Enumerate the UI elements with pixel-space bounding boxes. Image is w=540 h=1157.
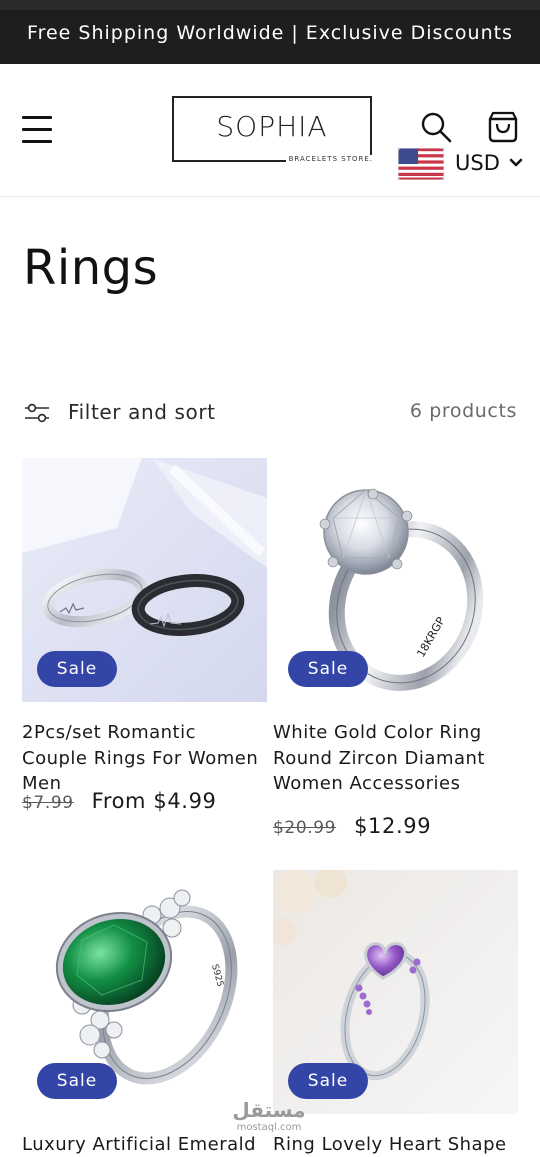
watermark: مستقل mostaql.com bbox=[232, 1098, 306, 1138]
page-title: Rings bbox=[23, 240, 159, 296]
currency-selector[interactable]: USD bbox=[398, 148, 528, 180]
product-title[interactable]: Ring Lovely Heart Shape bbox=[273, 1132, 518, 1157]
us-flag-icon bbox=[398, 148, 444, 180]
chevron-down-icon bbox=[509, 158, 523, 167]
price-row: $7.99 From $4.99 bbox=[22, 789, 217, 813]
filter-sort-label: Filter and sort bbox=[68, 400, 216, 424]
announcement-bar: Free Shipping Worldwide | Exclusive Disc… bbox=[0, 0, 540, 64]
product-image[interactable]: 18KRGP Sale bbox=[273, 458, 518, 702]
product-count: 6 products bbox=[409, 400, 517, 422]
logo-subtitle: BRACELETS STORE. bbox=[285, 155, 376, 163]
sale-badge: Sale bbox=[37, 1063, 117, 1099]
sale-badge: Sale bbox=[288, 651, 368, 687]
watermark-latin: mostaql.com bbox=[236, 1122, 302, 1133]
filter-icon bbox=[25, 403, 49, 423]
price-sale: $12.99 bbox=[354, 814, 432, 838]
currency-label: USD bbox=[455, 151, 500, 175]
product-card[interactable]: Sale 2Pcs/set Romantic Couple Rings For … bbox=[22, 458, 267, 813]
product-title[interactable]: Luxury Artificial Emerald bbox=[22, 1132, 267, 1157]
search-icon[interactable] bbox=[420, 111, 452, 143]
product-image[interactable]: Sale bbox=[22, 458, 267, 702]
menu-icon[interactable] bbox=[22, 115, 52, 143]
price-compare: $20.99 bbox=[273, 818, 337, 838]
product-card[interactable]: Sale Ring Lovely Heart Shape bbox=[273, 870, 518, 1155]
cart-icon[interactable] bbox=[487, 110, 519, 144]
store-logo[interactable]: SOPHIA BRACELETS STORE. bbox=[172, 96, 376, 164]
product-title[interactable]: 2Pcs/set Romantic Couple Rings For Women… bbox=[22, 720, 267, 797]
sale-badge: Sale bbox=[37, 651, 117, 687]
site-header: SOPHIA BRACELETS STORE. USD bbox=[0, 64, 540, 197]
product-card[interactable]: S925 Sale Luxury Artificial Emerald bbox=[22, 870, 267, 1155]
price-sale: From $4.99 bbox=[91, 789, 217, 813]
product-title[interactable]: White Gold Color Ring Round Zircon Diama… bbox=[273, 720, 518, 797]
product-image[interactable]: S925 Sale bbox=[22, 870, 267, 1114]
logo-name: SOPHIA bbox=[216, 110, 328, 143]
sale-badge: Sale bbox=[288, 1063, 368, 1099]
product-image[interactable]: Sale bbox=[273, 870, 518, 1114]
price-row: $20.99 $12.99 bbox=[273, 814, 431, 838]
watermark-arabic: مستقل bbox=[232, 1098, 306, 1122]
product-card[interactable]: 18KRGP Sale White Gold Color Ring Round … bbox=[273, 458, 518, 838]
price-compare: $7.99 bbox=[22, 793, 74, 813]
announcement-text: Free Shipping Worldwide | Exclusive Disc… bbox=[27, 22, 513, 44]
